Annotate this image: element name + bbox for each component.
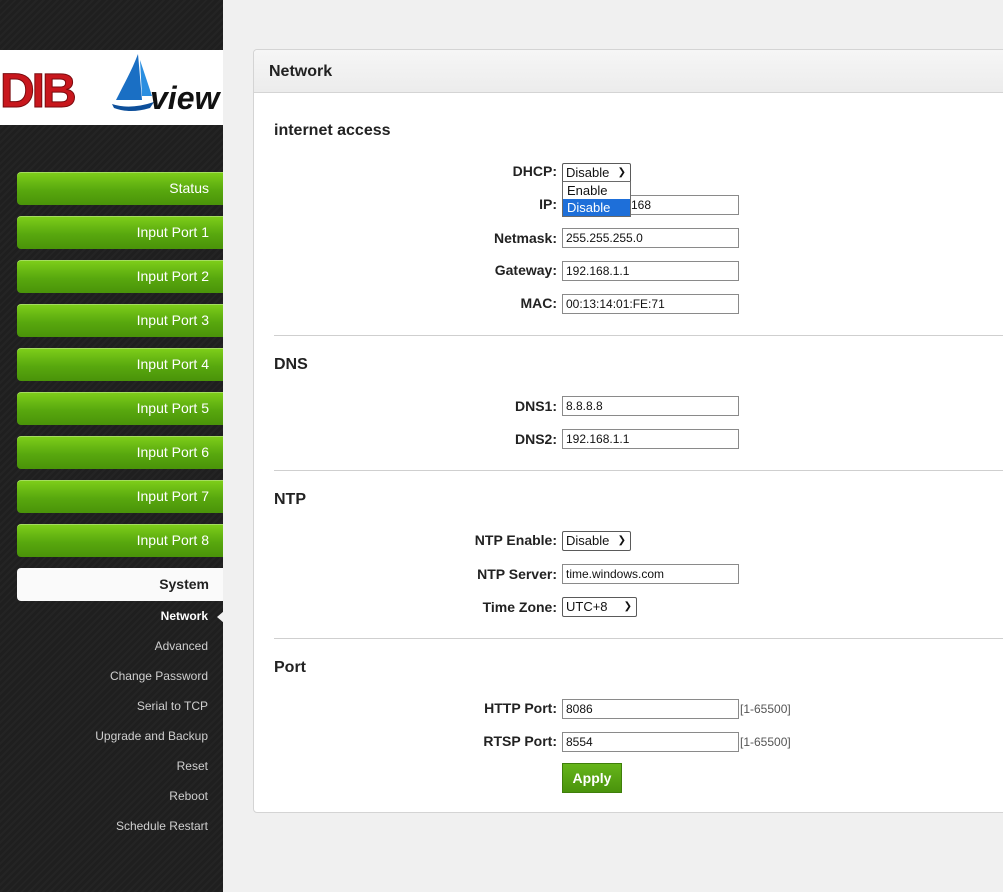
time-zone-label: Time Zone: (482, 599, 557, 615)
dns1-input[interactable]: 8.8.8.8 (562, 396, 739, 416)
subnav-serial-to-tcp[interactable]: Serial to TCP (137, 699, 208, 713)
network-panel: Network internet access DHCP: Disable ❯ … (253, 49, 1003, 813)
section-divider (274, 335, 1003, 336)
logo-brand: DIB (0, 65, 77, 119)
dhcp-dropdown: Enable Disable (562, 181, 631, 217)
netmask-label: Netmask: (493, 230, 557, 246)
section-dns: DNS (274, 356, 308, 373)
sidebar: DIB view Status Input Port 1 Input Port … (0, 0, 224, 892)
netmask-input[interactable]: 255.255.255.0 (562, 228, 739, 248)
gateway-label: Gateway: (494, 262, 557, 278)
nav-input-port-6[interactable]: Input Port 6 (17, 436, 223, 469)
time-zone-select[interactable]: UTC+8 ❯ (562, 597, 637, 617)
section-divider (274, 638, 1003, 639)
chevron-down-icon: ❯ (623, 601, 632, 612)
time-zone-value: UTC+8 (566, 599, 608, 614)
section-divider (274, 470, 1003, 471)
subnav-network[interactable]: Network (161, 609, 208, 623)
rtsp-port-label: RTSP Port: (483, 733, 557, 749)
dhcp-option-disable[interactable]: Disable (563, 199, 630, 216)
section-internet-access: internet access (274, 122, 391, 139)
ntp-server-label: NTP Server: (477, 566, 557, 582)
subnav-upgrade-backup[interactable]: Upgrade and Backup (95, 729, 208, 743)
http-port-label: HTTP Port: (484, 700, 557, 716)
logo-suffix: view (150, 80, 220, 116)
chevron-down-icon: ❯ (617, 535, 626, 546)
dhcp-select-value: Disable (566, 165, 610, 180)
apply-button[interactable]: Apply (562, 763, 622, 793)
mac-input[interactable]: 00:13:14:01:FE:71 (562, 294, 739, 314)
nav-input-port-3[interactable]: Input Port 3 (17, 304, 223, 337)
subnav-change-password[interactable]: Change Password (110, 669, 208, 683)
chevron-down-icon: ❯ (617, 167, 626, 178)
nav-input-port-5[interactable]: Input Port 5 (17, 392, 223, 425)
subnav-reset[interactable]: Reset (177, 759, 208, 773)
dhcp-select[interactable]: Disable ❯ (562, 163, 631, 183)
ip-label: IP: (539, 196, 557, 212)
logo: DIB view (0, 50, 223, 125)
panel-title: Network (254, 50, 1003, 93)
ntp-enable-label: NTP Enable: (474, 532, 557, 548)
dhcp-option-enable[interactable]: Enable (563, 182, 630, 199)
subnav-advanced[interactable]: Advanced (155, 639, 208, 653)
subnav-schedule-restart[interactable]: Schedule Restart (116, 819, 208, 833)
http-port-range: [1-65500] (740, 702, 791, 716)
nav-system[interactable]: System (17, 568, 223, 601)
dhcp-label: DHCP: (512, 163, 557, 179)
ntp-enable-value: Disable (566, 533, 610, 548)
nav-input-port-7[interactable]: Input Port 7 (17, 480, 223, 513)
ntp-enable-select[interactable]: Disable ❯ (562, 531, 631, 551)
nav-status[interactable]: Status (17, 172, 223, 205)
section-ntp: NTP (274, 491, 306, 508)
subnav-reboot[interactable]: Reboot (169, 789, 208, 803)
http-port-input[interactable]: 8086 (562, 699, 739, 719)
current-page-pointer (217, 611, 224, 623)
nav-input-port-4[interactable]: Input Port 4 (17, 348, 223, 381)
nav-input-port-2[interactable]: Input Port 2 (17, 260, 223, 293)
dns1-label: DNS1: (514, 398, 557, 414)
rtsp-port-input[interactable]: 8554 (562, 732, 739, 752)
section-port: Port (274, 659, 306, 676)
ntp-server-input[interactable]: time.windows.com (562, 564, 739, 584)
dns2-input[interactable]: 192.168.1.1 (562, 429, 739, 449)
nav-input-port-1[interactable]: Input Port 1 (17, 216, 223, 249)
rtsp-port-range: [1-65500] (740, 735, 791, 749)
gateway-input[interactable]: 192.168.1.1 (562, 261, 739, 281)
dns2-label: DNS2: (514, 431, 557, 447)
mac-label: MAC: (520, 295, 557, 311)
nav-input-port-8[interactable]: Input Port 8 (17, 524, 223, 557)
